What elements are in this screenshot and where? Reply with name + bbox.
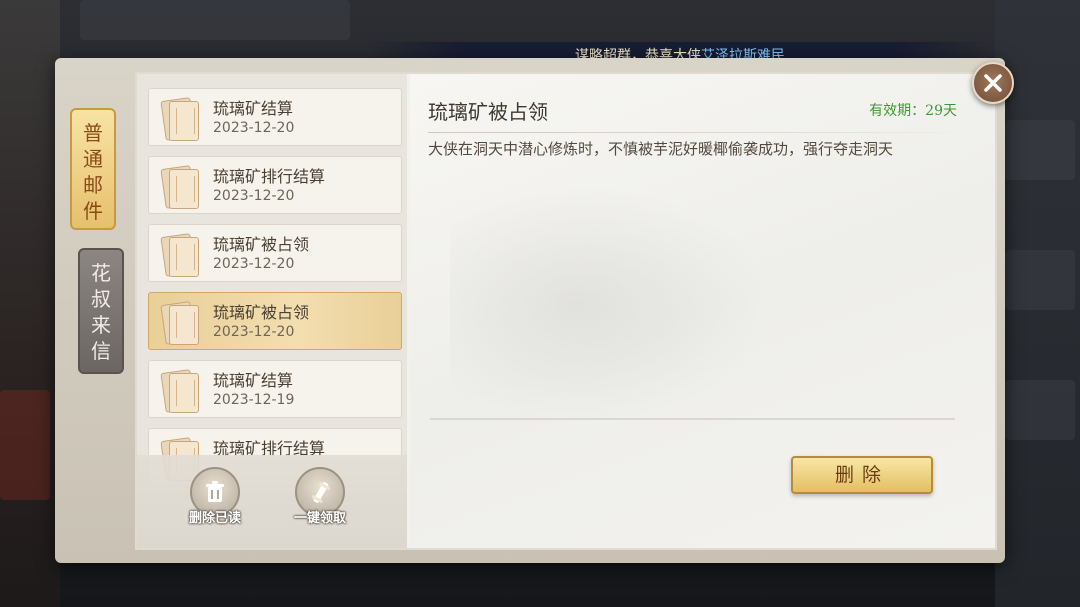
mail-title: 琉璃矿被占领: [213, 303, 310, 322]
mail-title: 琉璃矿结算: [213, 99, 294, 118]
mail-detail-panel: 琉璃矿被占领 有效期：29天 大侠在洞天中潜心修炼时，不慎被芋泥好暖椰偷袭成功，…: [410, 74, 995, 548]
tab-char: 叔: [91, 287, 111, 311]
tab-char: 普: [83, 121, 103, 145]
close-button[interactable]: [972, 62, 1014, 104]
tab-uncle-letters[interactable]: 花 叔 来 信: [78, 248, 124, 374]
background-tile: [0, 390, 50, 500]
tab-char: 邮: [83, 173, 103, 197]
tab-char: 件: [83, 199, 103, 223]
background-left: [0, 0, 60, 607]
mail-list-item[interactable]: 琉璃矿排行结算 2023-12-20: [148, 156, 402, 214]
mail-validity: 有效期：29天: [869, 103, 957, 119]
letter-icon: [160, 231, 201, 279]
close-icon: [984, 74, 1002, 92]
content-divider: [430, 418, 955, 420]
letter-icon: [160, 299, 201, 347]
background-tile: [1005, 120, 1075, 180]
mail-detail-body: 大侠在洞天中潜心修炼时，不慎被芋泥好暖椰偷袭成功，强行夺走洞天: [428, 140, 894, 158]
mail-date: 2023-12-20: [213, 256, 295, 272]
mail-list-item[interactable]: 琉璃矿结算 2023-12-19: [148, 360, 402, 418]
background-tile: [80, 0, 350, 40]
tab-char: 信: [91, 339, 111, 363]
tab-char: 通: [83, 147, 103, 171]
mail-list-item[interactable]: 琉璃矿结算 2023-12-20: [148, 88, 402, 146]
mail-date: 2023-12-20: [213, 324, 295, 340]
delete-mail-button[interactable]: 删除: [791, 456, 933, 494]
tab-char: 花: [91, 261, 111, 285]
letter-icon: [160, 163, 201, 211]
mail-date: 2023-12-20: [213, 120, 295, 136]
mail-title: 琉璃矿排行结算: [213, 167, 326, 186]
mail-title: 琉璃矿被占领: [213, 235, 310, 254]
mail-date: 2023-12-19: [213, 392, 295, 408]
claim-all-label: 一键领取: [293, 511, 346, 526]
delete-read-label: 删除已读: [188, 511, 241, 526]
background-tile: [1005, 250, 1075, 310]
tab-normal-mail[interactable]: 普 通 邮 件: [70, 108, 116, 230]
mail-title: 琉璃矿结算: [213, 371, 294, 390]
mail-date: 2023-12-20: [213, 188, 295, 204]
title-divider: [428, 132, 973, 133]
tab-char: 来: [91, 313, 111, 337]
scroll-icon: [311, 482, 331, 503]
mail-list-item-selected[interactable]: 琉璃矿被占领 2023-12-20: [148, 292, 402, 350]
mail-detail-title: 琉璃矿被占领: [428, 100, 548, 124]
trash-icon: [206, 481, 224, 502]
mail-list-item[interactable]: 琉璃矿被占领 2023-12-20: [148, 224, 402, 282]
mail-list-actions: 删除已读 一键领取: [137, 455, 407, 548]
letter-icon: [160, 95, 201, 143]
letter-icon: [160, 367, 201, 415]
background-tile: [1005, 380, 1075, 440]
